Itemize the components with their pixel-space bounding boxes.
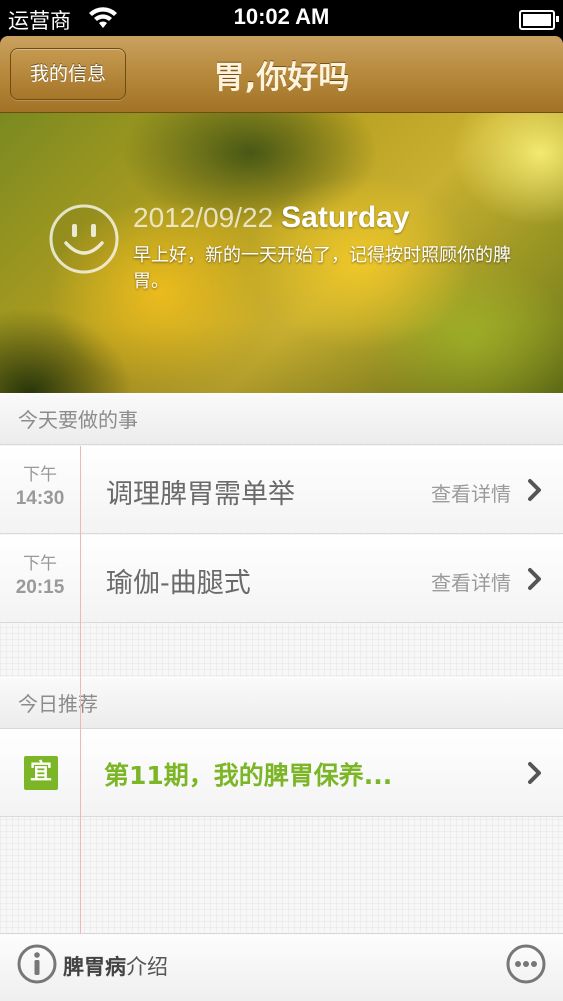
date-text: 2012/09/22 (133, 202, 274, 233)
task-row[interactable]: 下午 14:30 调理脾胃需单举 查看详情 (0, 446, 563, 534)
status-bar: 运营商 10:02 AM (0, 0, 563, 36)
recommendation-row[interactable]: 宜 第11期，我的脾胃保养... (0, 729, 563, 817)
weekday-text: Saturday (281, 201, 410, 234)
chevron-right-icon[interactable] (527, 761, 543, 789)
task-clock: 20:15 (15, 577, 65, 598)
task-time: 下午 14:30 (0, 464, 80, 512)
chevron-right-icon[interactable] (527, 478, 543, 506)
task-title: 瑜伽-曲腿式 (106, 568, 251, 599)
navigation-bar: 我的信息 胃,你好吗 (0, 36, 563, 113)
battery-icon (519, 10, 559, 30)
section-header-today: 今天要做的事 (0, 393, 563, 445)
task-period: 下午 (23, 465, 57, 485)
intro-bold-text: 脾胃病 (63, 955, 126, 979)
more-icon[interactable] (505, 943, 547, 989)
greeting-text: 早上好，新的一天开始了，记得按时照顾你的脾胃。 (133, 245, 511, 292)
view-details-link[interactable]: 查看详情 (431, 478, 511, 507)
chevron-right-icon[interactable] (527, 567, 543, 595)
margin-line (80, 446, 81, 933)
date-line: 2012/09/22 Saturday (133, 201, 410, 235)
task-time: 下午 20:15 (0, 553, 80, 601)
view-details-link[interactable]: 查看详情 (431, 567, 511, 596)
task-period: 下午 (23, 554, 57, 574)
disease-intro-link[interactable]: 脾胃病介绍 (63, 951, 168, 981)
section-header-recommend: 今日推荐 (0, 677, 563, 729)
greeting-banner: 2012/09/22 Saturday 早上好，新的一天开始了，记得按时照顾你的脾… (0, 113, 563, 393)
smiley-icon (48, 203, 120, 279)
task-title: 调理脾胃需单举 (106, 479, 295, 510)
task-row[interactable]: 下午 20:15 瑜伽-曲腿式 查看详情 (0, 535, 563, 623)
page-title: 胃,你好吗 (213, 60, 350, 96)
bottom-bar: 脾胃病介绍 (0, 933, 563, 1001)
clock: 10:02 AM (233, 4, 330, 29)
suitable-badge: 宜 (24, 756, 58, 790)
task-clock: 14:30 (15, 488, 65, 509)
recommendation-title: 第11期，我的脾胃保养... (104, 761, 393, 790)
info-icon[interactable] (16, 943, 58, 989)
intro-rest-text: 介绍 (126, 955, 168, 979)
